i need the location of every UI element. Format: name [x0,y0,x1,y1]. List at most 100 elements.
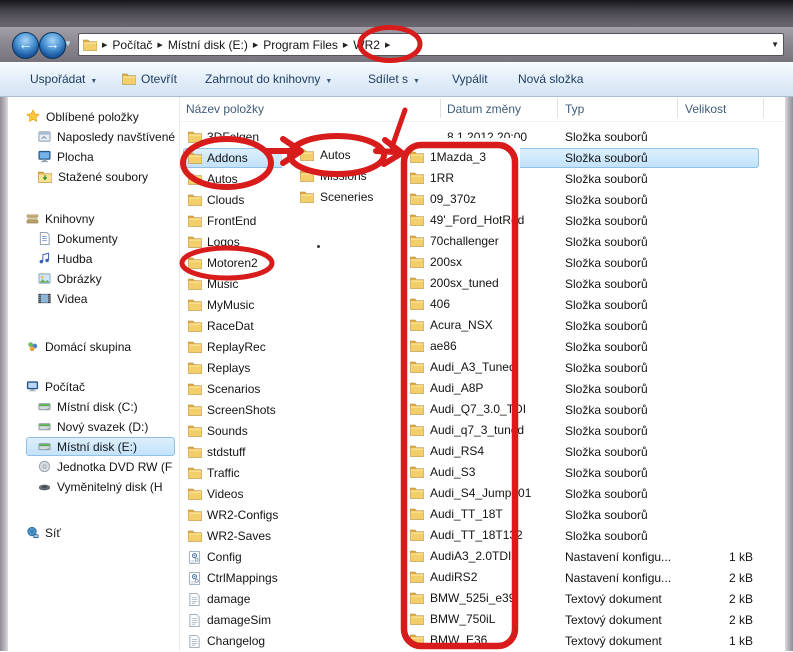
file-row-200sx[interactable]: 200sx [403,252,520,273]
sidebar-item-jednotka-dvd-rw-f[interactable]: Jednotka DVD RW (F [8,457,179,477]
toolbar-otevrit-button[interactable]: Otevřít [122,72,177,86]
breadcrumb-separator-icon: ▶ [157,41,162,49]
column-header-name[interactable]: Název položky [186,102,264,116]
breadcrumb-segment-program-files[interactable]: Program Files [263,38,338,52]
column-header-type[interactable]: Typ [565,102,584,116]
folder-icon [188,320,202,332]
file-row-audi-tt-18t132[interactable]: Audi_TT_18T132 [403,525,520,546]
file-row-ae86[interactable]: ae86 [403,336,520,357]
file-row-audia3-2-0tdi[interactable]: AudiA3_2.0TDI [403,546,520,567]
file-row-70challenger[interactable]: 70challenger [403,231,520,252]
breadcrumb-segment-pocitac[interactable]: Počítač [112,38,152,52]
file-size: 2 kB [643,610,753,631]
file-row-1mazda-3[interactable]: 1Mazda_3 [403,147,520,168]
file-type: Složka souborů [565,379,648,400]
file-name: Audi_S4_Jumpa01 [430,486,531,500]
breadcrumb-segment-wr2[interactable]: WR2 [353,38,380,52]
file-row-audi-q7-3-tuned[interactable]: Audi_q7_3_tuned [403,420,520,441]
folder-icon [300,149,314,161]
network-icon [26,526,39,539]
file-row-09-370z[interactable]: 09_370z [403,189,520,210]
file-name: 200sx [430,255,462,269]
toolbar-vypalit-button[interactable]: Vypálit [452,72,488,86]
file-name: Audi_Q7_3.0_TDI [430,402,526,416]
file-row-acura-nsx[interactable]: Acura_NSX [403,315,520,336]
sidebar-item-knihovny[interactable]: Knihovny [8,209,179,229]
folder-icon [410,235,424,247]
breadcrumb: ▶Počítač▶Místní disk (E:)▶Program Files▶… [97,38,395,52]
file-row-bmw-750il[interactable]: BMW_750iL [403,609,520,630]
file-row-audi-rs4[interactable]: Audi_RS4 [403,441,520,462]
sidebar-item-obrazky[interactable]: Obrázky [8,269,179,289]
sidebar-item-sit[interactable]: Síť [8,523,179,543]
file-size: 2 kB [643,589,753,610]
file-name: RaceDat [207,316,254,337]
back-button[interactable]: ← [12,32,39,59]
file-type: Složka souborů [565,232,648,253]
document-icon [38,232,51,245]
file-row-audi-tt-18t[interactable]: Audi_TT_18T [403,504,520,525]
folder-icon [188,131,202,143]
sidebar-item-stazene-soubory[interactable]: Stažené soubory [8,167,179,187]
sidebar-item-dokumenty[interactable]: Dokumenty [8,229,179,249]
address-bar[interactable]: ▶Počítač▶Místní disk (E:)▶Program Files▶… [78,33,784,56]
file-row-audi-s3[interactable]: Audi_S3 [403,462,520,483]
breadcrumb-separator-icon: ▶ [253,41,258,49]
file-type: Složka souborů [565,274,648,295]
sidebar-item-oblibene-polozky[interactable]: Oblíbené položky [8,107,179,127]
folder-icon [410,298,424,310]
forward-arrow-icon: → [46,36,60,52]
folder-icon [188,215,202,227]
file-name: AudiRS2 [430,570,477,584]
breadcrumb-segment-mistni-disk-e[interactable]: Místní disk (E:) [168,38,248,52]
sidebar-item-vymenitelny-disk-h[interactable]: Vyměnitelný disk (H [8,477,179,497]
file-row-1rr[interactable]: 1RR [403,168,520,189]
sidebar-item-pocitac[interactable]: Počítač [8,377,179,397]
file-row-sceneries[interactable]: Sceneries [282,187,410,208]
folder-icon [410,340,424,352]
file-type: Složka souborů [565,400,648,421]
forward-button[interactable]: → [39,32,66,59]
file-row-audi-q7-3-0-tdi[interactable]: Audi_Q7_3.0_TDI [403,399,520,420]
column-header-date[interactable]: Datum změny [447,102,521,116]
stray-mark [317,245,320,248]
file-row-406[interactable]: 406 [403,294,520,315]
file-name: Autos [320,148,351,162]
folder-icon [410,403,424,415]
sidebar-item-hudba[interactable]: Hudba [8,249,179,269]
file-row-49-ford-hotrod[interactable]: 49'_Ford_HotRod [403,210,520,231]
file-row-audi-a8p[interactable]: Audi_A8P [403,378,520,399]
address-dropdown-icon[interactable]: ▼ [771,40,779,49]
column-header-size[interactable]: Velikost [685,102,726,116]
file-row-bmw-e36[interactable]: BMW_E36 [403,630,520,651]
sidebar-item-plocha[interactable]: Plocha [8,147,179,167]
sidebar-item-videa[interactable]: Videa [8,289,179,309]
sidebar-item-naposledy-navstivene[interactable]: Naposledy navštívené [8,127,179,147]
file-name: stdstuff [207,442,245,463]
file-row-audi-s4-jumpa01[interactable]: Audi_S4_Jumpa01 [403,483,520,504]
sidebar-item-domaci-skupina[interactable]: Domácí skupina [8,337,179,357]
folder-icon [410,151,424,163]
column-divider [677,99,678,118]
recent-pages-dropdown-icon[interactable]: ▼ [64,39,72,48]
folder-icon [410,424,424,436]
dvd-icon [38,460,51,473]
toolbar-nova-slozka-button[interactable]: Nová složka [518,72,583,86]
file-row-audirs2[interactable]: AudiRS2 [403,567,520,588]
file-row-200sx-tuned[interactable]: 200sx_tuned [403,273,520,294]
file-row-missions[interactable]: Missions [282,166,410,187]
file-name: BMW_750iL [430,612,495,626]
folder-icon [410,529,424,541]
file-name: BMW_E36 [430,633,487,647]
sidebar-item-novy-svazek-d[interactable]: Nový svazek (D:) [8,417,179,437]
file-row-audi-a3-tuned[interactable]: Audi_A3_Tuned [403,357,520,378]
toolbar-usporadat-button[interactable]: Uspořádat▼ [30,72,97,86]
toolbar-label: Nová složka [518,72,583,86]
sidebar-item-mistni-disk-c[interactable]: Místní disk (C:) [8,397,179,417]
file-row-bmw-525i-e39[interactable]: BMW_525i_e39 [403,588,520,609]
textfile-icon [188,614,201,627]
toolbar-sdilet-s-button[interactable]: Sdílet s▼ [368,72,420,86]
toolbar-zahrnout-do-knihovny-button[interactable]: Zahrnout do knihovny▼ [205,72,332,86]
sidebar-item-mistni-disk-e[interactable]: Místní disk (E:) [8,437,179,457]
file-row-autos[interactable]: Autos [282,145,410,166]
